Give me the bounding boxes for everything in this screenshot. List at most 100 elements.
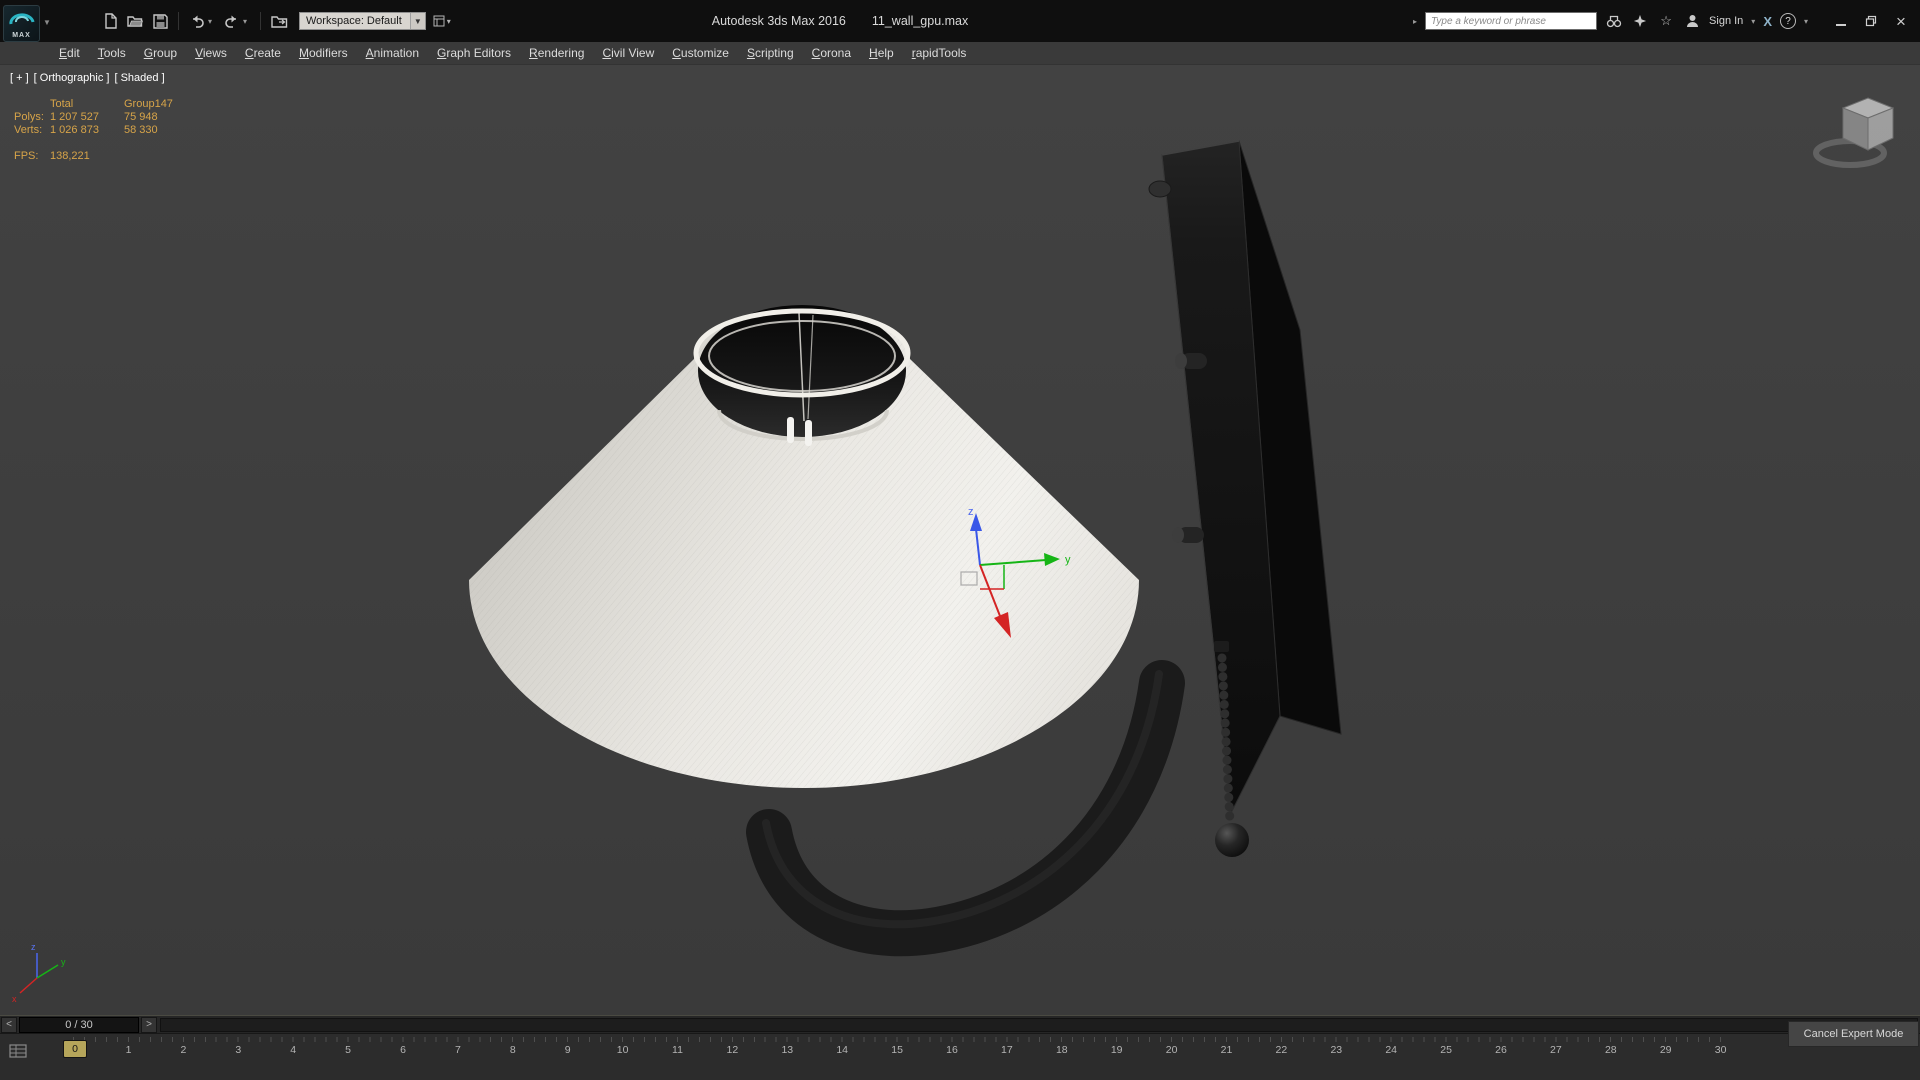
search-binoculars-icon[interactable] [1605,12,1623,30]
redo-history-caret-icon[interactable]: ▾ [243,17,253,26]
frame-number: 21 [1220,1044,1233,1056]
frame-number: 25 [1440,1044,1452,1056]
next-frame-button[interactable]: > [141,1017,157,1033]
frame-number: 1 [125,1044,132,1056]
world-axis-x-label: x [12,994,17,1004]
help-icon[interactable]: ? [1779,13,1796,29]
window-controls: × [1826,7,1916,35]
help-caret-icon[interactable]: ▾ [1804,17,1808,26]
frame-number: 3 [235,1044,242,1056]
autodesk-exchange-icon[interactable]: X [1763,14,1772,29]
frame-number: 5 [345,1044,352,1056]
sign-in-person-icon[interactable] [1683,12,1701,30]
frame-number: 12 [726,1044,739,1056]
frame-number: 23 [1330,1044,1343,1056]
previous-frame-button[interactable]: < [1,1017,17,1033]
set-project-folder-button[interactable] [268,11,290,31]
menu-help[interactable]: Help [860,42,903,64]
viewport-menu-button[interactable]: [ + ] [10,72,29,84]
time-slider-track[interactable] [160,1018,1918,1032]
menu-corona[interactable]: Corona [803,42,860,64]
menu-rapidtools[interactable]: rapidTools [903,42,976,64]
bulb-socket [787,417,794,443]
new-scene-button[interactable] [99,11,121,31]
frame-number: 15 [891,1044,903,1056]
menu-edit[interactable]: Edit [50,42,89,64]
menu-group[interactable]: Group [135,42,186,64]
track-bar: 1 2 3 4 5 6 7 8 9 10 11 12 13 14 15 16 17 18 19 20 21 22 23 24 2… [0,1033,1920,1080]
toolbar-separator [178,12,179,30]
cancel-expert-mode-button[interactable]: Cancel Expert Mode [1788,1021,1919,1047]
menu-tools[interactable]: Tools [89,42,135,64]
menu-civil-view[interactable]: Civil View [593,42,663,64]
menu-graph-editors[interactable]: Graph Editors [428,42,520,64]
application-menu-caret-icon[interactable]: ▼ [43,18,51,27]
close-icon: × [1896,11,1906,31]
frame-number: 17 [1001,1044,1013,1056]
frame-number: 6 [400,1044,406,1056]
frame-number: 10 [616,1044,629,1056]
viewport-shading-button[interactable]: [ Shaded ] [114,72,164,84]
menu-create[interactable]: Create [236,42,290,64]
frame-number: 11 [672,1044,683,1056]
world-axis-z-label: z [31,942,36,952]
keyword-search-input[interactable] [1425,12,1598,30]
menu-modifiers[interactable]: Modifiers [290,42,357,64]
sign-in-button[interactable]: Sign In [1709,15,1743,27]
application-menu-button[interactable]: MAX [3,5,40,42]
menu-animation[interactable]: Animation [357,42,428,64]
frame-number: 16 [946,1044,958,1056]
current-frame-display[interactable]: 0 / 30 [19,1017,139,1033]
open-file-button[interactable] [124,11,146,31]
sign-in-caret-icon[interactable]: ▾ [1751,17,1755,26]
minimize-icon [1836,24,1846,26]
bulb-socket [805,420,812,446]
search-collapse-caret-icon[interactable]: ▸ [1413,17,1417,26]
favorites-star-icon[interactable]: ☆ [1657,12,1675,30]
document-name: 11_wall_gpu.max [871,14,969,28]
frame-number: 22 [1275,1044,1288,1056]
pull-chain-ball[interactable] [1215,823,1249,857]
frame-number: 18 [1055,1044,1068,1056]
lampshade[interactable] [469,305,1139,788]
save-file-button[interactable] [149,11,171,31]
frame-number: 7 [454,1044,461,1056]
frame-number: 30 [1714,1044,1727,1056]
minimize-button[interactable] [1826,7,1856,35]
frame-number: 14 [836,1044,849,1056]
close-button[interactable]: × [1886,7,1916,35]
menu-customize[interactable]: Customize [663,42,738,64]
time-slider-handle[interactable]: 0 [63,1040,87,1058]
quick-access-toolbar: ▾ ▾ Workspace: Default ▼ ▾ [52,0,451,42]
frame-number: 24 [1385,1044,1398,1056]
frame-number: 13 [781,1044,794,1056]
mount-knob [1172,527,1204,543]
undo-history-caret-icon[interactable]: ▾ [208,17,218,26]
workspace-options-button[interactable]: ▾ [433,15,451,27]
communication-center-icon[interactable] [1631,12,1649,30]
viewport[interactable]: z y z y x [+] [Orthographic] [Shade… [0,65,1920,1015]
viewport-view-button[interactable]: [ Orthographic ] [34,72,110,84]
title-bar: MAX ▼ ▾ ▾ Workspace: Default ▼ ▾ Autodes… [0,0,1920,42]
menu-rendering[interactable]: Rendering [520,42,593,64]
world-axis: z y x [12,942,66,1004]
frame-ruler[interactable]: 1 2 3 4 5 6 7 8 9 10 11 12 13 14 15 16 17 18 19 20 21 22 23 24 2… [0,1034,1920,1080]
window-title: Autodesk 3ds Max 2016 11_wall_gpu.max [712,0,968,42]
restore-button[interactable] [1856,7,1886,35]
mount-pin [1148,180,1172,198]
frame-number: 26 [1495,1044,1507,1056]
time-slider-row: < 0 / 30 > [0,1015,1920,1033]
viewport-label: [ + ] [ Orthographic ] [ Shaded ] [10,72,165,84]
redo-button[interactable] [221,11,243,31]
undo-button[interactable] [186,11,208,31]
scene-3d: z y z y x [12,97,1895,1004]
viewport-statistics: Total Group147 Polys: 1 207 527 75 948 Vert… [14,98,173,163]
menu-views[interactable]: Views [186,42,236,64]
3ds-max-window: MAX ▼ ▾ ▾ Workspace: Default ▼ ▾ Autodes… [0,0,1920,1080]
menu-scripting[interactable]: Scripting [738,42,803,64]
menu-bar: Edit Tools Group Views Create Modifiers … [0,42,1920,65]
frame-number: 29 [1659,1044,1672,1056]
viewcube[interactable] [1813,97,1895,168]
workspace-selector[interactable]: Workspace: Default ▼ [299,12,426,30]
workspace-dropdown-caret-icon[interactable]: ▼ [409,13,425,29]
